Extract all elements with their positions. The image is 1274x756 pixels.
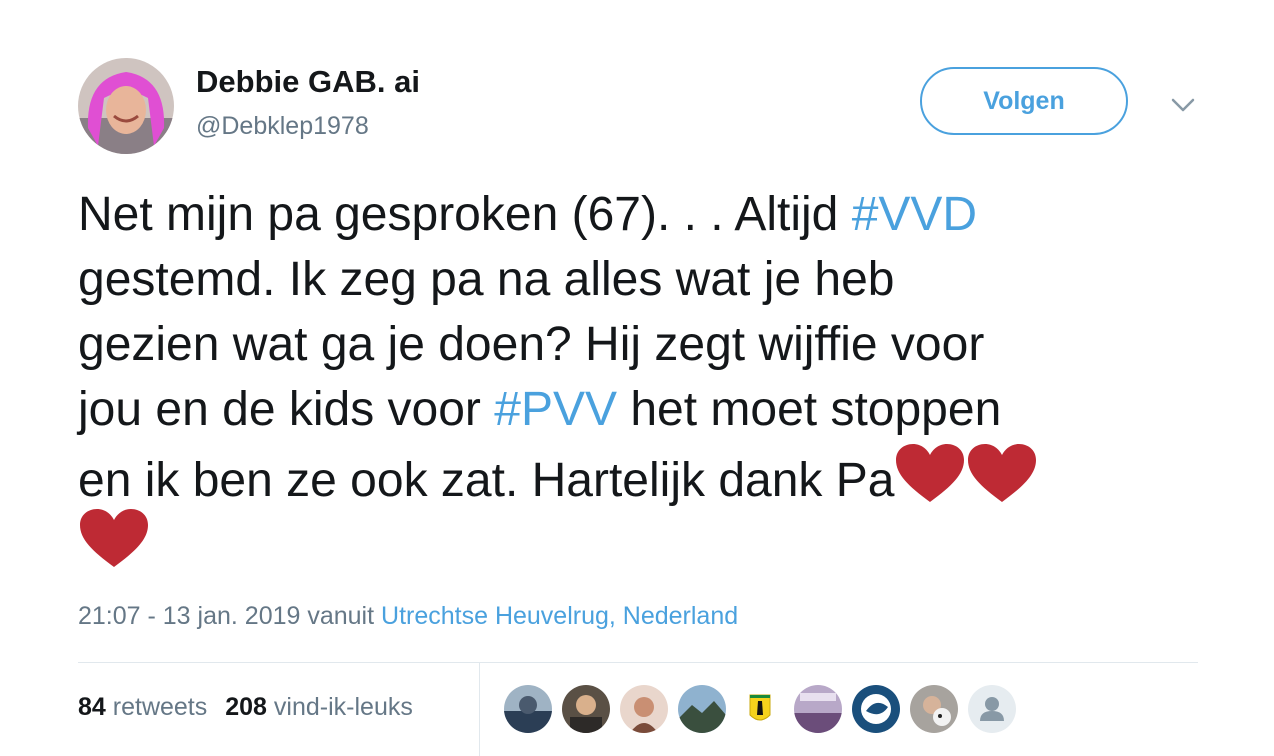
retweets-count: 84 xyxy=(78,693,106,721)
liker-avatar[interactable] xyxy=(504,685,552,733)
liker-avatar[interactable] xyxy=(910,685,958,733)
tweet-line: gestemd. Ik zeg pa na alles wat je heb xyxy=(78,253,895,306)
tweet-line: en ik ben ze ook zat. Hartelijk dank Pa xyxy=(78,442,1198,507)
likes-stat[interactable]: 208 vind-ik-leuks xyxy=(225,693,413,721)
user-avatar[interactable] xyxy=(78,58,174,154)
likes-label: vind-ik-leuks xyxy=(273,693,413,721)
tweet-text: Net mijn pa gesproken (67). . . Altijd #… xyxy=(78,182,1198,572)
hashtag-link[interactable]: #PVV xyxy=(494,383,617,436)
tweet-line: jou en de kids voor #PVV het moet stoppe… xyxy=(78,383,1002,436)
divider xyxy=(78,662,1198,663)
tweet-line: Net mijn pa gesproken (67). . . Altijd #… xyxy=(78,188,978,241)
liker-avatar[interactable] xyxy=(794,685,842,733)
likes-count: 208 xyxy=(225,693,267,721)
default-avatar-icon[interactable] xyxy=(968,685,1016,733)
liker-avatar[interactable] xyxy=(736,685,784,733)
user-display-name[interactable]: Debbie GAB. ai xyxy=(196,64,420,100)
retweets-stat[interactable]: 84 retweets xyxy=(78,693,207,721)
tweet-line xyxy=(78,507,1198,572)
user-handle[interactable]: @Debklep1978 xyxy=(196,112,369,141)
red-heart-icon xyxy=(968,444,1037,502)
follow-button[interactable]: Volgen xyxy=(920,67,1128,135)
tweet-line: gezien wat ga je doen? Hij zegt wijffie … xyxy=(78,318,985,371)
liker-avatar[interactable] xyxy=(678,685,726,733)
tweet-stats: 84 retweets 208 vind-ik-leuks xyxy=(78,693,413,722)
red-heart-icon xyxy=(80,509,148,567)
liker-avatar[interactable] xyxy=(562,685,610,733)
retweets-label: retweets xyxy=(112,693,208,721)
divider-vertical xyxy=(479,663,480,756)
red-heart-icon xyxy=(896,444,965,502)
liker-avatar[interactable] xyxy=(852,685,900,733)
chevron-down-icon[interactable] xyxy=(1170,96,1196,114)
tweet-meta: 21:07 - 13 jan. 2019 vanuit Utrechtse He… xyxy=(78,602,738,631)
liker-avatar[interactable] xyxy=(620,685,668,733)
tweet-location-link[interactable]: Utrechtse Heuvelrug, Nederland xyxy=(381,602,738,630)
hashtag-link[interactable]: #VVD xyxy=(852,188,977,241)
tweet-timestamp[interactable]: 21:07 - 13 jan. 2019 vanuit xyxy=(78,602,381,630)
